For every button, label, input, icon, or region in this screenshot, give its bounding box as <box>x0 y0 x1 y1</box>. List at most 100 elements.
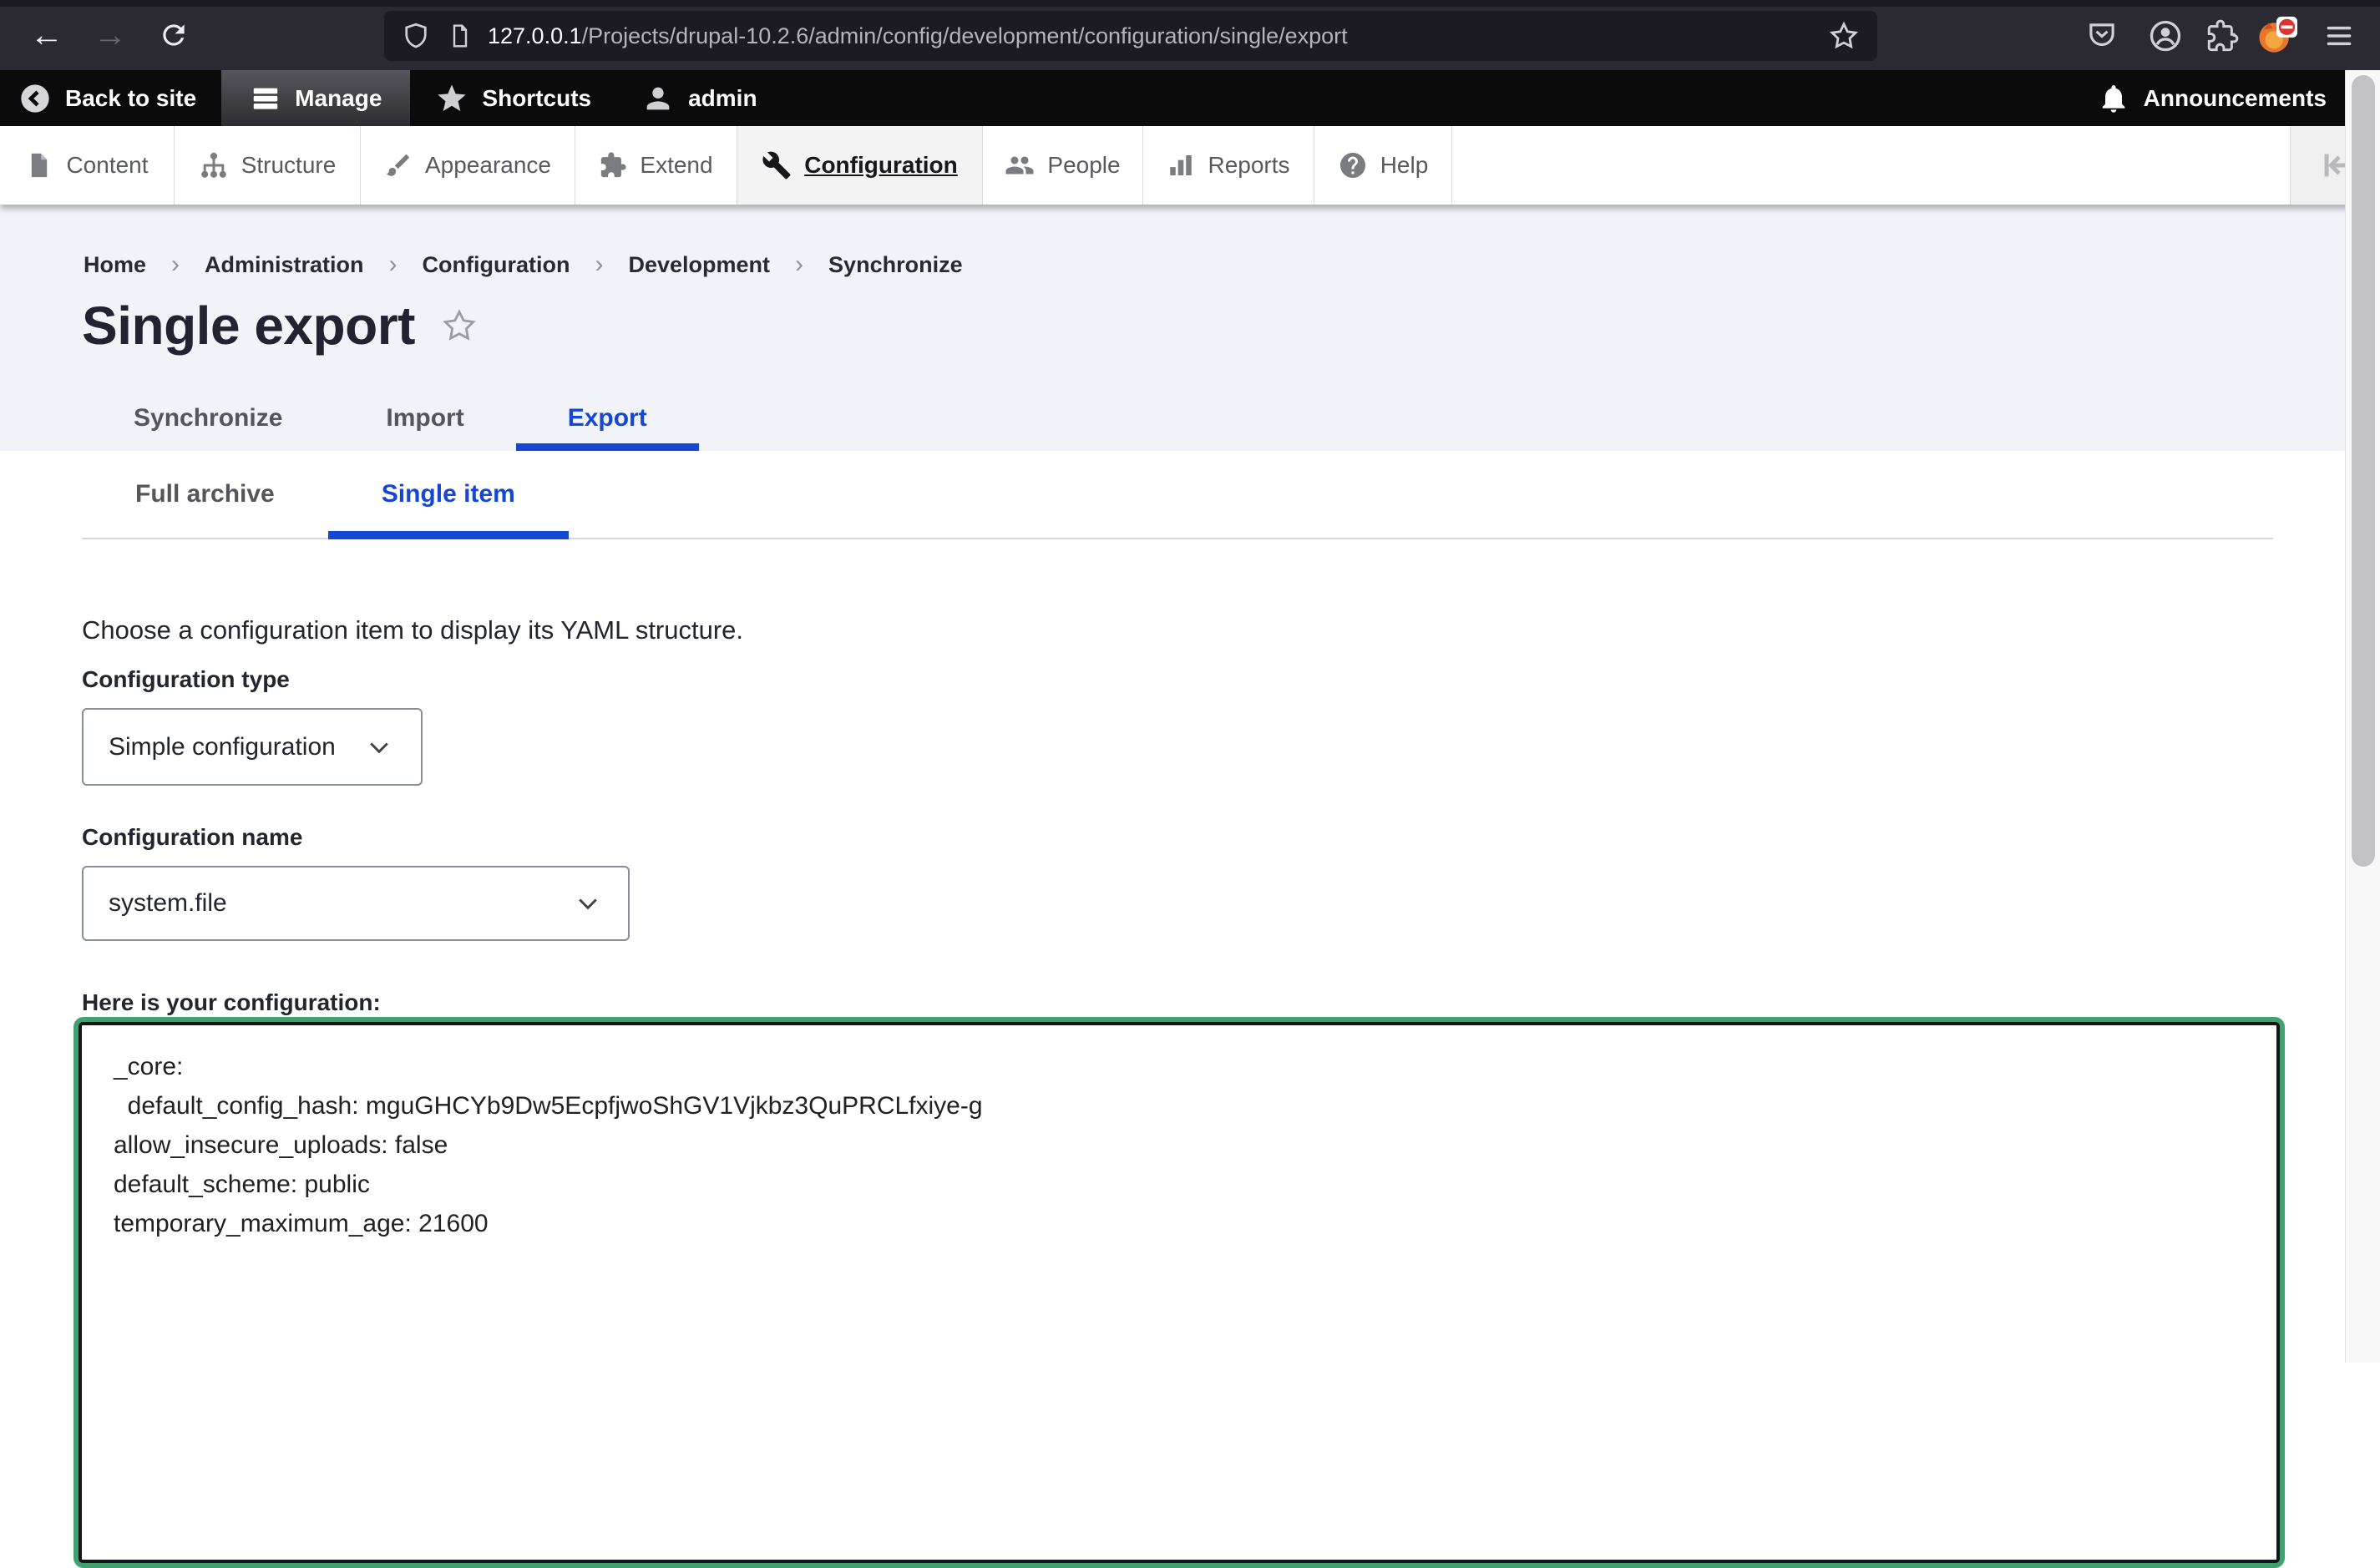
menu-item-people[interactable]: People <box>983 126 1143 205</box>
announcements-label: Announcements <box>2144 85 2327 112</box>
content-file-icon <box>25 151 53 180</box>
breadcrumb-link-synchronize[interactable]: Synchronize <box>828 252 963 278</box>
main-content: Full archive Single item Choose a config… <box>0 451 2380 1363</box>
browser-menu-icon[interactable] <box>2318 15 2360 57</box>
adblock-extension-icon[interactable] <box>2256 15 2298 57</box>
url-path: /Projects/drupal-10.2.6/admin/config/dev… <box>582 23 1348 48</box>
user-label: admin <box>688 85 757 112</box>
admin-menu-bar: Content Structure Appearance Extend Conf… <box>0 126 2380 205</box>
shortcuts-label: Shortcuts <box>482 85 591 112</box>
menu-item-extend[interactable]: Extend <box>575 126 737 205</box>
breadcrumb-link-development[interactable]: Development <box>629 252 771 278</box>
people-icon <box>1005 150 1035 180</box>
address-bar[interactable]: 127.0.0.1/Projects/drupal-10.2.6/admin/c… <box>384 11 1877 61</box>
help-icon <box>1338 150 1368 180</box>
tab-label: Import <box>386 404 463 432</box>
menu-item-structure[interactable]: Structure <box>175 126 361 205</box>
page-scrollbar[interactable] <box>2345 70 2380 1363</box>
menu-item-reports[interactable]: Reports <box>1143 126 1314 205</box>
subtab-label: Single item <box>382 480 515 508</box>
menu-bar-spacer <box>1452 126 2290 205</box>
config-name-select[interactable]: system.file <box>82 866 630 941</box>
user-icon <box>641 82 675 115</box>
shortcuts-star-icon <box>435 82 468 115</box>
structure-icon <box>199 150 229 180</box>
breadcrumb-link-configuration[interactable]: Configuration <box>423 252 570 278</box>
back-to-site-label: Back to site <box>65 85 196 112</box>
manage-label: Manage <box>295 85 382 112</box>
menu-item-label: Structure <box>241 152 337 179</box>
bell-icon <box>2097 82 2130 115</box>
tab-export[interactable]: Export <box>516 386 699 451</box>
announcements-button[interactable]: Announcements <box>2072 70 2380 126</box>
menu-item-appearance[interactable]: Appearance <box>361 126 575 205</box>
menu-item-label: Appearance <box>425 152 551 179</box>
shield-icon[interactable] <box>401 21 431 51</box>
menu-item-content[interactable]: Content <box>0 126 175 205</box>
primary-tabs: Synchronize Import Export <box>82 386 699 451</box>
page-header: Home › Administration › Configuration › … <box>0 205 2380 451</box>
favorite-star-icon[interactable] <box>440 306 479 345</box>
tab-synchronize[interactable]: Synchronize <box>82 386 334 451</box>
extend-puzzle-icon <box>599 151 627 180</box>
tab-strip <box>0 0 2380 7</box>
yaml-output-focus-ring: _core: default_config_hash: mguGHCYb9Dw5… <box>73 1017 2285 1568</box>
config-type-select[interactable]: Simple configuration <box>82 708 423 786</box>
manage-menu-icon <box>250 83 281 114</box>
account-icon[interactable] <box>2145 15 2186 57</box>
subtab-label: Full archive <box>135 480 275 508</box>
breadcrumb-link-administration[interactable]: Administration <box>205 252 364 278</box>
reports-chart-icon <box>1167 151 1195 180</box>
chevron-down-icon <box>573 888 603 918</box>
config-type-label: Configuration type <box>82 666 290 693</box>
url-domain: 127.0.0.1 <box>488 23 582 48</box>
menu-item-label: Reports <box>1208 152 1289 179</box>
config-name-value: system.file <box>109 889 227 918</box>
tab-label: Synchronize <box>134 404 282 432</box>
menu-item-label: Content <box>66 152 148 179</box>
menu-item-configuration[interactable]: Configuration <box>737 126 983 205</box>
url-text: 127.0.0.1/Projects/drupal-10.2.6/admin/c… <box>488 23 1348 49</box>
breadcrumb-separator: › <box>595 250 604 279</box>
pocket-icon[interactable] <box>2081 15 2123 57</box>
menu-item-label: Help <box>1380 152 1429 179</box>
intro-text: Choose a configuration item to display i… <box>82 615 743 645</box>
configuration-wrench-icon <box>762 150 792 180</box>
subtab-full-archive[interactable]: Full archive <box>82 451 328 538</box>
manage-button[interactable]: Manage <box>221 70 410 126</box>
menu-item-label: Extend <box>640 152 712 179</box>
breadcrumb-separator: › <box>171 250 180 279</box>
back-to-site-link[interactable]: Back to site <box>0 70 221 126</box>
menu-item-help[interactable]: Help <box>1314 126 1452 205</box>
back-circle-icon <box>18 82 52 115</box>
user-menu-button[interactable]: admin <box>616 70 782 126</box>
page-info-icon[interactable] <box>446 23 473 49</box>
secondary-tabs: Full archive Single item <box>82 451 2273 539</box>
admin-toolbar: Back to site Manage Shortcuts admin Anno… <box>0 70 2380 126</box>
breadcrumb-separator: › <box>389 250 398 279</box>
breadcrumb: Home › Administration › Configuration › … <box>84 250 963 279</box>
appearance-brush-icon <box>384 151 413 180</box>
browser-reload-button[interactable] <box>150 12 197 58</box>
browser-forward-button[interactable]: → <box>87 12 134 58</box>
bookmark-star-icon[interactable] <box>1827 19 1861 53</box>
config-type-value: Simple configuration <box>109 733 336 761</box>
config-name-label: Configuration name <box>82 824 302 851</box>
configuration-output-label: Here is your configuration: <box>82 989 381 1016</box>
browser-chrome: ← → 127.0.0.1/Projects/drupal-10.2.6/adm… <box>0 0 2380 70</box>
shortcuts-button[interactable]: Shortcuts <box>410 70 616 126</box>
menu-item-label: People <box>1047 152 1120 179</box>
extensions-icon[interactable] <box>2201 15 2243 57</box>
breadcrumb-link-home[interactable]: Home <box>84 252 146 278</box>
breadcrumb-separator: › <box>795 250 803 279</box>
tab-import[interactable]: Import <box>334 386 515 451</box>
chevron-down-icon <box>364 732 394 762</box>
page-title: Single export <box>82 295 415 357</box>
subtab-single-item[interactable]: Single item <box>328 451 569 538</box>
menu-item-label: Configuration <box>804 152 958 179</box>
browser-back-button[interactable]: ← <box>23 12 70 58</box>
yaml-output-textarea[interactable]: _core: default_config_hash: mguGHCYb9Dw5… <box>78 1022 2280 1563</box>
reload-icon <box>158 19 190 51</box>
tab-label: Export <box>568 404 647 432</box>
scrollbar-thumb[interactable] <box>2352 75 2375 867</box>
